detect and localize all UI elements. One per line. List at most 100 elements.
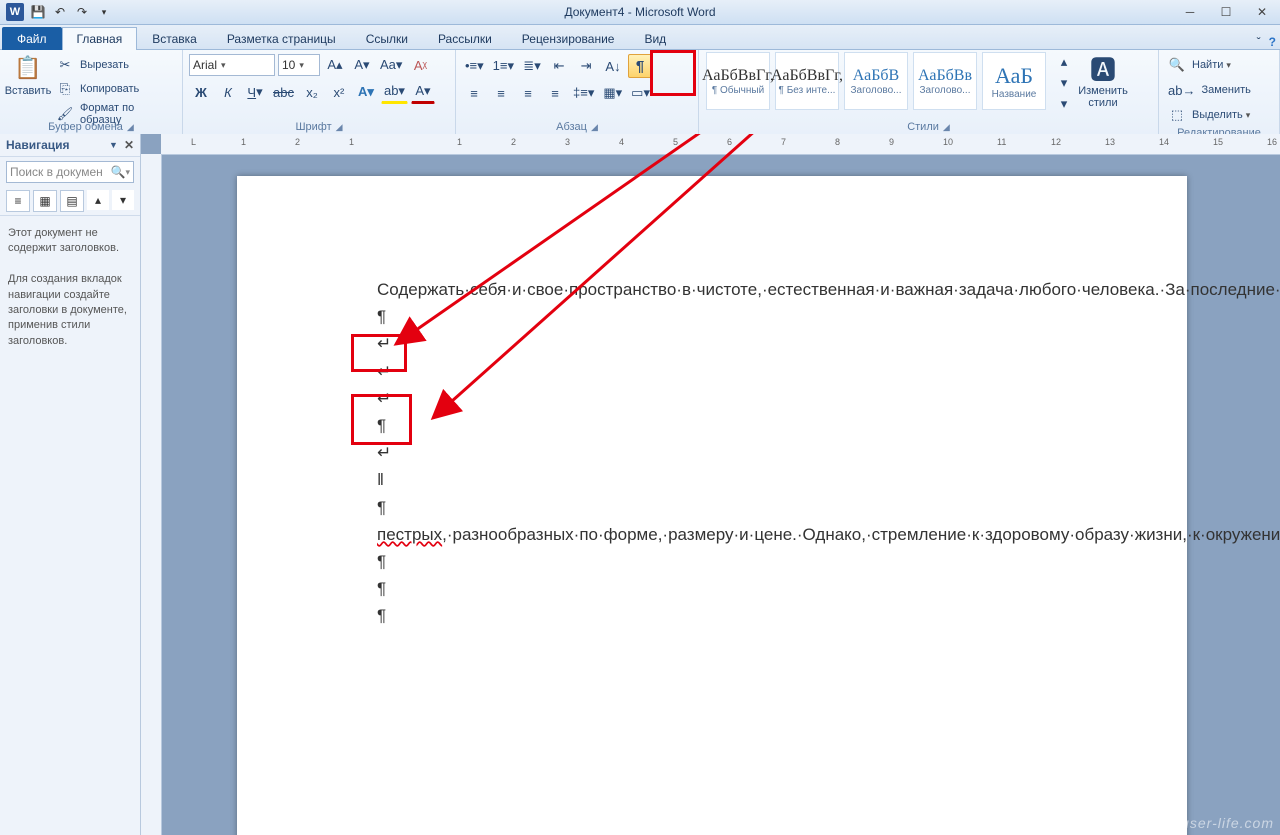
tab-layout[interactable]: Разметка страницы	[212, 27, 351, 50]
clipboard-launcher-icon[interactable]: ◢	[127, 122, 134, 132]
tab-review[interactable]: Рецензирование	[507, 27, 630, 50]
styles-scroll-up-icon[interactable]: ▴	[1052, 52, 1076, 71]
paragraph-launcher-icon[interactable]: ◢	[591, 122, 598, 132]
align-left-icon[interactable]: ≡	[462, 82, 486, 104]
vertical-ruler[interactable]	[141, 154, 162, 835]
shrink-font-icon[interactable]: A▾	[350, 54, 374, 76]
style-title[interactable]: АаБНазвание	[982, 52, 1046, 110]
group-font-label: Шрифт	[295, 121, 331, 133]
indent-dec-icon[interactable]: ⇤	[547, 55, 571, 77]
show-marks-button[interactable]: ¶	[628, 54, 652, 78]
group-clipboard-label: Буфер обмена	[48, 121, 123, 133]
copy-icon[interactable]: ⎘	[53, 78, 77, 100]
paste-icon: 📋	[12, 52, 44, 84]
indent-inc-icon[interactable]: ⇥	[574, 55, 598, 77]
nav-close-icon[interactable]: ✕	[124, 138, 134, 152]
redo-icon[interactable]: ↷	[74, 4, 90, 20]
nav-tab-headings[interactable]: ≡	[6, 190, 30, 212]
change-styles-button[interactable]: 🅰 Изменить стили	[1081, 52, 1125, 109]
styles-more-icon[interactable]: ▾	[1052, 94, 1076, 113]
select-icon[interactable]: ⬚	[1165, 104, 1189, 126]
borders-icon[interactable]: ▭▾	[628, 82, 653, 104]
search-icon[interactable]: 🔍	[111, 165, 126, 179]
multilevel-icon[interactable]: ≣▾	[520, 55, 544, 77]
italic-icon[interactable]: К	[216, 81, 240, 103]
close-button[interactable]: ✕	[1244, 1, 1280, 23]
select-label[interactable]: Выделить	[1192, 109, 1243, 121]
sort-icon[interactable]: A↓	[601, 55, 625, 77]
mark-pilcrow-1: ¶	[237, 303, 1187, 330]
underline-icon[interactable]: Ч▾	[243, 81, 267, 103]
paragraph-2[interactable]: пестрых,·разнообразных·по·форме,·размеру…	[237, 521, 1187, 548]
copy-label[interactable]: Копировать	[80, 83, 139, 95]
style-normal[interactable]: АаБбВвГг,¶ Обычный	[706, 52, 770, 110]
navigation-pane: Навигация▼✕ Поиск в докумен🔍▾ ≡ ▦ ▤ ▴ ▾ …	[0, 134, 141, 835]
clear-format-icon[interactable]: Aᵡ	[408, 54, 432, 76]
style-heading2[interactable]: АаБбВвЗаголово...	[913, 52, 977, 110]
paste-button[interactable]: 📋 Вставить	[6, 52, 50, 97]
highlight-icon[interactable]: ab▾	[381, 80, 408, 104]
nav-prev-icon[interactable]: ▴	[87, 190, 109, 210]
help-icon[interactable]: ?	[1269, 35, 1276, 49]
mark-softreturn-4: ↵	[237, 439, 1187, 466]
undo-icon[interactable]: ↶	[52, 4, 68, 20]
cut-label[interactable]: Вырезать	[80, 59, 129, 71]
style-nospacing[interactable]: АаБбВвГг,¶ Без инте...	[775, 52, 839, 110]
strike-icon[interactable]: abc	[270, 81, 297, 103]
align-center-icon[interactable]: ≡	[489, 82, 513, 104]
nav-menu-icon[interactable]: ▼	[109, 140, 118, 150]
window-title: Документ4 - Microsoft Word	[564, 5, 715, 19]
maximize-button[interactable]: ☐	[1208, 1, 1244, 23]
nav-search-input[interactable]: Поиск в докумен🔍▾	[6, 161, 134, 183]
qat-dropdown-icon[interactable]: ▾	[96, 4, 112, 20]
justify-icon[interactable]: ≡	[543, 82, 567, 104]
change-styles-icon: 🅰	[1087, 52, 1119, 84]
mark-tail-1: ¶	[237, 548, 1187, 575]
minimize-button[interactable]: ─	[1172, 1, 1208, 23]
cut-icon[interactable]: ✂	[53, 54, 77, 76]
tab-insert[interactable]: Вставка	[137, 27, 212, 50]
grow-font-icon[interactable]: A▴	[323, 54, 347, 76]
page[interactable]: Содержать·себя·и·свое·пространство·в·чис…	[237, 176, 1187, 835]
superscript-icon[interactable]: x²	[327, 81, 351, 103]
tab-view[interactable]: Вид	[629, 27, 681, 50]
mark-tail-3: ¶	[237, 602, 1187, 629]
ribbon: 📋 Вставить ✂Вырезать ⎘Копировать 🖌Формат…	[0, 50, 1280, 137]
font-color-icon[interactable]: A▾	[411, 80, 435, 104]
font-name-select[interactable]: Arial▾	[189, 54, 275, 76]
find-icon[interactable]: 🔍	[1165, 54, 1189, 76]
align-right-icon[interactable]: ≡	[516, 82, 540, 104]
nav-tab-results[interactable]: ▤	[60, 190, 84, 212]
find-label[interactable]: Найти	[1192, 59, 1223, 71]
text-effects-icon[interactable]: A▾	[354, 81, 378, 103]
bold-icon[interactable]: Ж	[189, 81, 213, 103]
replace-label[interactable]: Заменить	[1201, 84, 1250, 96]
horizontal-ruler[interactable]: L 1211234567891011121314151617	[161, 134, 1280, 155]
nav-next-icon[interactable]: ▾	[112, 190, 134, 210]
save-icon[interactable]: 💾	[30, 4, 46, 20]
paragraph-1[interactable]: Содержать·себя·и·свое·пространство·в·чис…	[237, 276, 1187, 303]
styles-scroll-down-icon[interactable]: ▾	[1052, 73, 1076, 92]
ribbon-tabs: Файл Главная Вставка Разметка страницы С…	[0, 25, 1280, 50]
line-spacing-icon[interactable]: ‡≡▾	[570, 82, 597, 104]
tab-mailings[interactable]: Рассылки	[423, 27, 507, 50]
nav-title: Навигация	[6, 138, 70, 152]
shading-icon[interactable]: ▦▾	[600, 82, 625, 104]
mark-tail-2: ¶	[237, 575, 1187, 602]
numbering-icon[interactable]: 1≡▾	[490, 55, 517, 77]
tab-file[interactable]: Файл	[2, 27, 62, 50]
minimize-ribbon-icon[interactable]: ˇ	[1257, 35, 1261, 49]
styles-launcher-icon[interactable]: ◢	[943, 122, 950, 132]
nav-tab-pages[interactable]: ▦	[33, 190, 57, 212]
tab-home[interactable]: Главная	[62, 27, 138, 50]
watermark: user-life.com	[1181, 815, 1274, 831]
document-area[interactable]: L 1211234567891011121314151617 Содержать…	[141, 134, 1280, 835]
font-launcher-icon[interactable]: ◢	[336, 122, 343, 132]
tab-references[interactable]: Ссылки	[351, 27, 423, 50]
change-case-icon[interactable]: Aa▾	[377, 54, 405, 76]
bullets-icon[interactable]: •≡▾	[462, 55, 487, 77]
replace-icon[interactable]: ab→	[1165, 79, 1198, 101]
subscript-icon[interactable]: x₂	[300, 81, 324, 103]
font-size-select[interactable]: 10▾	[278, 54, 320, 76]
style-heading1[interactable]: АаБбВЗаголово...	[844, 52, 908, 110]
